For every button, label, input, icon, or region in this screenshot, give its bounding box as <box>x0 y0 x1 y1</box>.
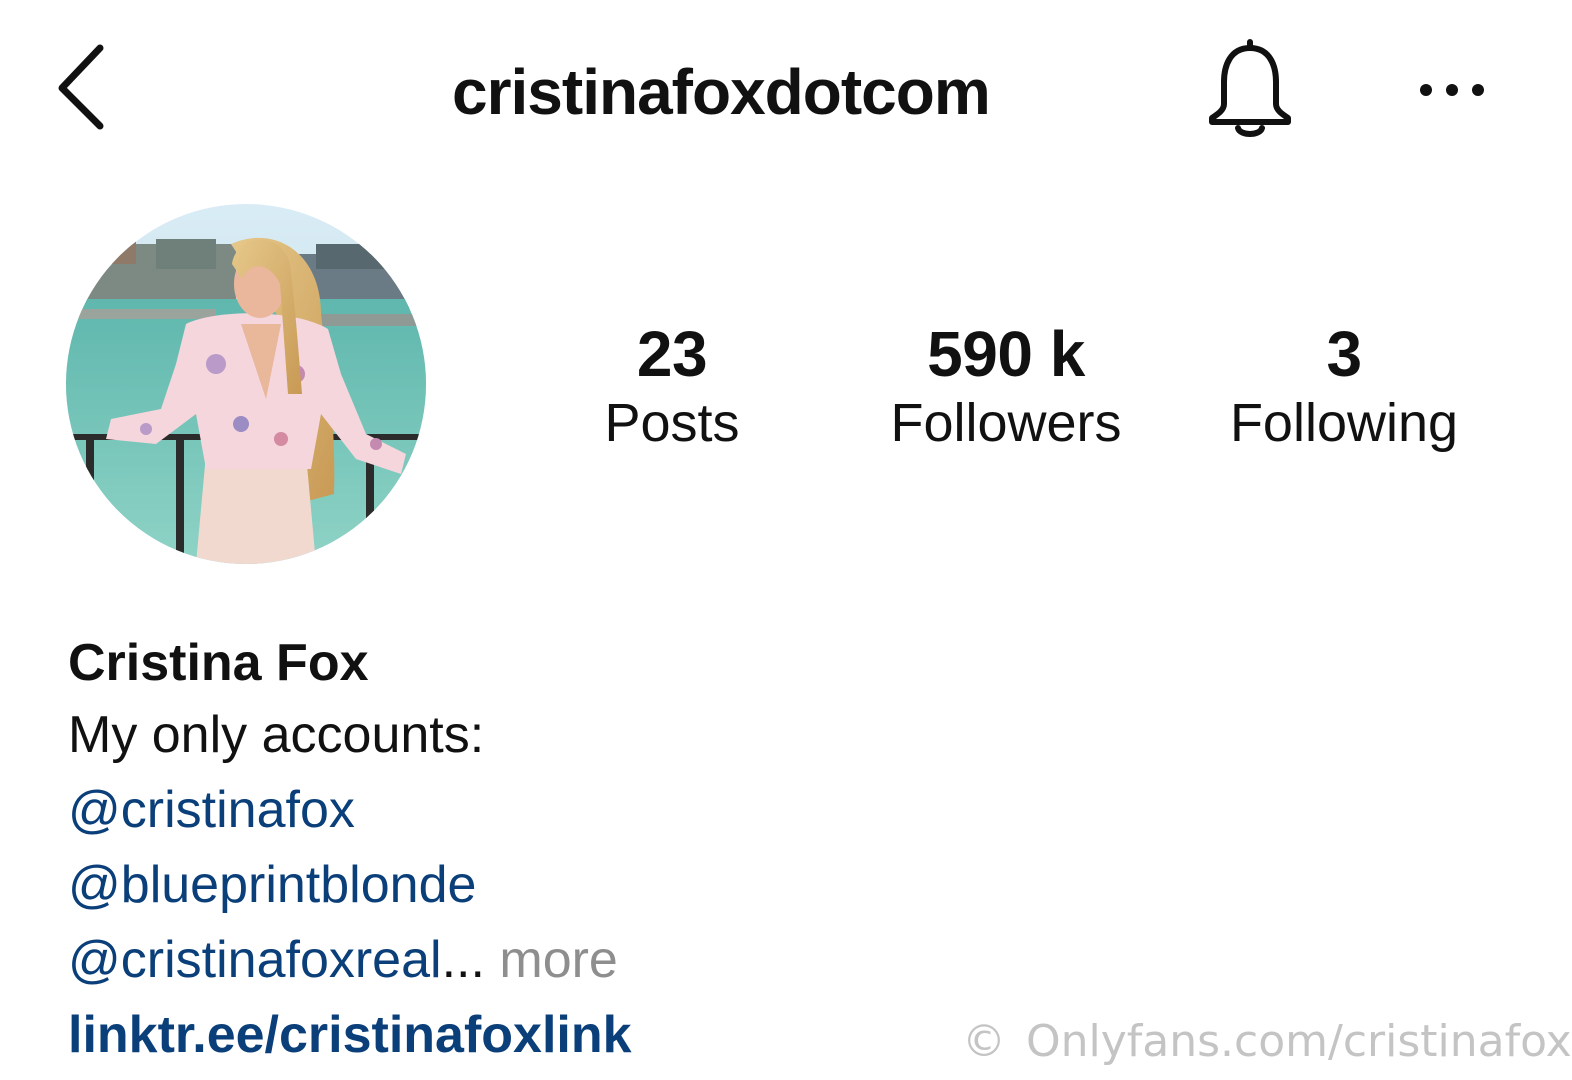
following-stat[interactable]: 3 Following <box>1196 318 1492 456</box>
bio-ellipsis: ... <box>441 931 485 989</box>
following-count: 3 <box>1326 318 1362 390</box>
notifications-button[interactable] <box>1200 38 1300 142</box>
posts-stat[interactable]: 23 Posts <box>572 318 772 456</box>
profile-bio: Cristina Fox My only accounts: @cristina… <box>68 628 968 1073</box>
followers-count: 590 k <box>927 318 1085 390</box>
more-options-button[interactable] <box>1414 70 1490 110</box>
bio-text: My only accounts: <box>68 706 485 764</box>
bio-more-button[interactable]: more <box>499 931 617 989</box>
followers-label: Followers <box>890 393 1122 453</box>
mention-link[interactable]: @blueprintblonde <box>68 856 476 914</box>
avatar-photo <box>66 204 426 564</box>
mention-link[interactable]: @cristinafox <box>68 781 355 839</box>
watermark-text: Onlyfans.com/cristinafox <box>1026 1016 1572 1067</box>
watermark: © Onlyfans.com/cristinafox <box>962 1012 1572 1072</box>
following-label: Following <box>1229 393 1459 453</box>
profile-username: cristinafoxdotcom <box>452 56 991 128</box>
back-button[interactable] <box>48 38 118 138</box>
ellipsis-icon <box>1420 84 1484 96</box>
profile-header: cristinafoxdotcom <box>0 0 1572 180</box>
bio-website-link[interactable]: linktr.ee/cristinafoxlink <box>68 1006 632 1064</box>
profile-avatar[interactable] <box>66 204 426 564</box>
posts-count: 23 <box>636 318 708 390</box>
mention-link[interactable]: @cristinafoxreal <box>68 931 442 989</box>
posts-label: Posts <box>604 393 740 453</box>
chevron-left-icon <box>58 44 104 130</box>
profile-display-name: Cristina Fox <box>68 634 369 692</box>
followers-stat[interactable]: 590 k Followers <box>856 318 1156 456</box>
bell-icon <box>1209 39 1291 137</box>
copyright-symbol: © <box>962 1016 1006 1067</box>
